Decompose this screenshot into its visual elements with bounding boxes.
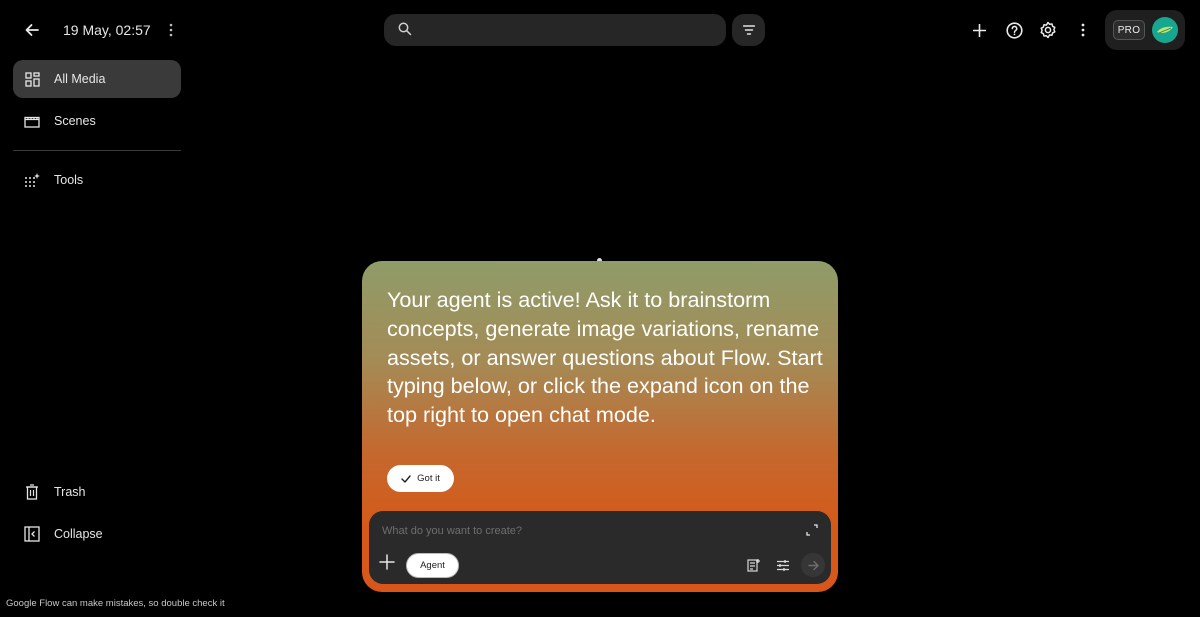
search-input[interactable] — [424, 14, 714, 46]
add-note-button[interactable] — [746, 557, 762, 573]
filter-button[interactable] — [732, 14, 765, 46]
project-menu-button[interactable] — [162, 18, 180, 42]
check-icon — [401, 474, 411, 483]
tune-icon — [777, 559, 789, 571]
help-button[interactable] — [1002, 16, 1026, 44]
sidebar-item-tools[interactable]: Tools — [13, 161, 181, 199]
grid-icon — [13, 71, 51, 87]
filter-icon — [742, 25, 755, 35]
sidebar-item-label: All Media — [54, 72, 106, 86]
pro-badge[interactable]: PRO — [1113, 20, 1145, 40]
send-button[interactable] — [801, 553, 825, 577]
disclaimer-text: Google Flow can make mistakes, so double… — [6, 598, 225, 609]
agent-mode-chip[interactable]: Agent — [406, 553, 459, 578]
sidebar-item-label: Scenes — [54, 114, 96, 128]
project-title: 19 May, 02:57 — [63, 22, 151, 38]
arrow-left-icon — [25, 24, 39, 36]
avatar[interactable] — [1152, 17, 1178, 43]
collapse-sidebar-icon — [13, 526, 51, 542]
sidebar-item-collapse[interactable]: Collapse — [13, 515, 181, 553]
sidebar-item-trash[interactable]: Trash — [13, 473, 181, 511]
search-icon — [398, 22, 412, 36]
search-box[interactable] — [384, 14, 726, 46]
gear-icon — [1040, 21, 1056, 39]
settings-button[interactable] — [1036, 16, 1060, 44]
avatar-image-icon — [1157, 26, 1173, 34]
more-vert-icon — [169, 23, 173, 37]
note-add-icon — [747, 559, 760, 572]
settings-tune-button[interactable] — [775, 557, 791, 573]
sidebar-item-label: Collapse — [54, 527, 103, 541]
sidebar-divider — [13, 150, 181, 151]
expand-icon — [806, 524, 818, 536]
help-icon — [1005, 21, 1023, 39]
back-button[interactable] — [18, 16, 46, 44]
arrow-right-icon — [807, 560, 819, 570]
account-group: PRO — [1105, 10, 1185, 50]
agent-message: Your agent is active! Ask it to brainsto… — [387, 287, 823, 428]
more-options-button[interactable] — [1071, 16, 1095, 44]
add-button[interactable] — [967, 16, 991, 44]
expand-button[interactable] — [806, 523, 820, 537]
sidebar-item-label: Trash — [54, 485, 86, 499]
plus-icon — [379, 554, 395, 570]
add-media-button[interactable] — [379, 554, 397, 572]
sidebar-item-label: Tools — [54, 173, 84, 187]
plus-icon — [972, 23, 986, 37]
more-vert-icon — [1081, 23, 1085, 37]
top-bar: 19 May, 02:57 PRO — [0, 0, 1200, 60]
got-it-label: Got it — [417, 473, 440, 484]
film-icon — [13, 115, 51, 128]
got-it-button[interactable]: Got it — [387, 465, 454, 492]
sidebar-item-scenes[interactable]: Scenes — [13, 102, 181, 140]
prompt-input[interactable] — [382, 519, 782, 543]
sparkle-grid-icon — [13, 172, 51, 188]
sidebar-item-all-media[interactable]: All Media — [13, 60, 181, 98]
agent-onboarding-card: Your agent is active! Ask it to brainsto… — [362, 261, 838, 592]
prompt-composer: Agent — [369, 511, 831, 584]
trash-icon — [13, 484, 51, 500]
